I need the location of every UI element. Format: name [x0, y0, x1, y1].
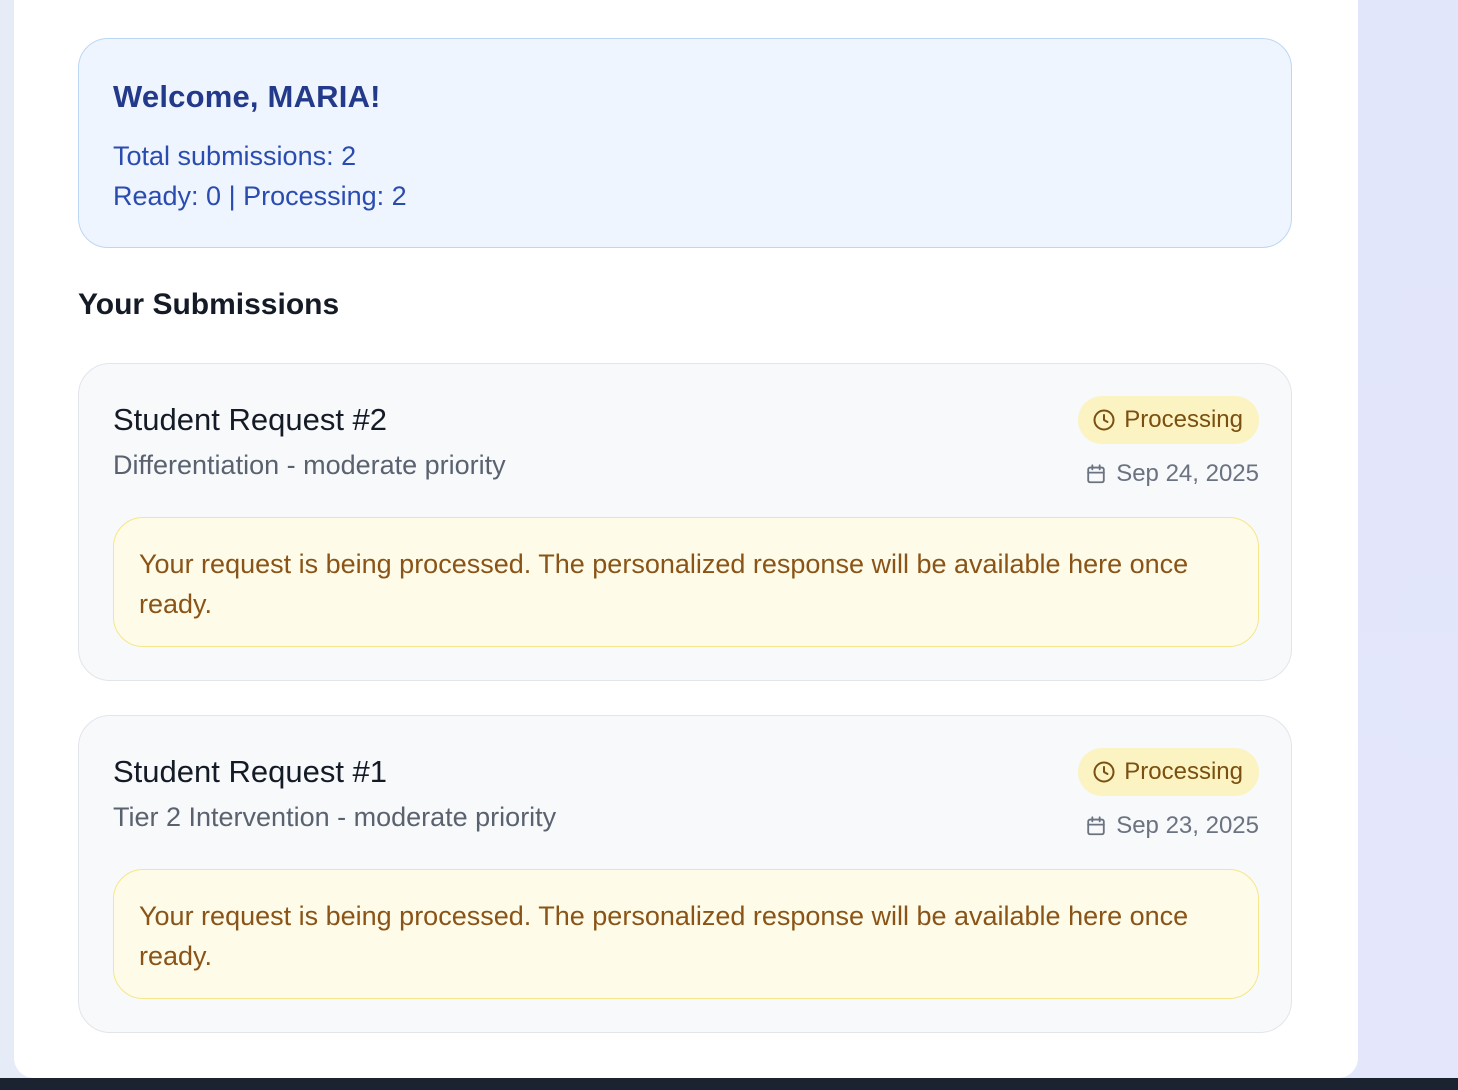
- bottom-taskbar: [0, 1078, 1458, 1090]
- welcome-title: Welcome, MARIA!: [113, 79, 381, 114]
- submission-date: Sep 23, 2025: [1085, 812, 1259, 840]
- status-badge: Processing: [1078, 748, 1259, 796]
- total-submissions-text: Total submissions: 2: [113, 141, 357, 171]
- status-counts-text: Ready: 0 | Processing: 2: [113, 181, 407, 211]
- clock-icon: [1092, 760, 1116, 784]
- status-badge-label: Processing: [1124, 406, 1243, 433]
- welcome-banner: Welcome, MARIA! Total submissions: 2 Rea…: [78, 38, 1292, 248]
- submission-date-text: Sep 24, 2025: [1116, 460, 1259, 487]
- submission-subtitle: Differentiation - moderate priority: [113, 450, 506, 480]
- submission-title: Student Request #2: [113, 402, 388, 437]
- submission-date-text: Sep 23, 2025: [1116, 812, 1259, 839]
- submission-date: Sep 24, 2025: [1085, 460, 1259, 488]
- clock-icon: [1092, 408, 1116, 432]
- submission-title: Student Request #1: [113, 754, 388, 789]
- submission-card[interactable]: Student Request #1 Tier 2 Intervention -…: [78, 715, 1292, 1033]
- processing-notice: Your request is being processed. The per…: [113, 869, 1259, 999]
- calendar-icon: [1085, 463, 1107, 485]
- status-badge: Processing: [1078, 396, 1259, 444]
- processing-notice: Your request is being processed. The per…: [113, 517, 1259, 647]
- status-badge-label: Processing: [1124, 758, 1243, 785]
- submissions-heading: Your Submissions: [78, 288, 340, 321]
- submission-subtitle: Tier 2 Intervention - moderate priority: [113, 802, 557, 832]
- calendar-icon: [1085, 815, 1107, 837]
- submission-card[interactable]: Student Request #2 Differentiation - mod…: [78, 363, 1292, 681]
- page-background: [1358, 0, 1458, 1090]
